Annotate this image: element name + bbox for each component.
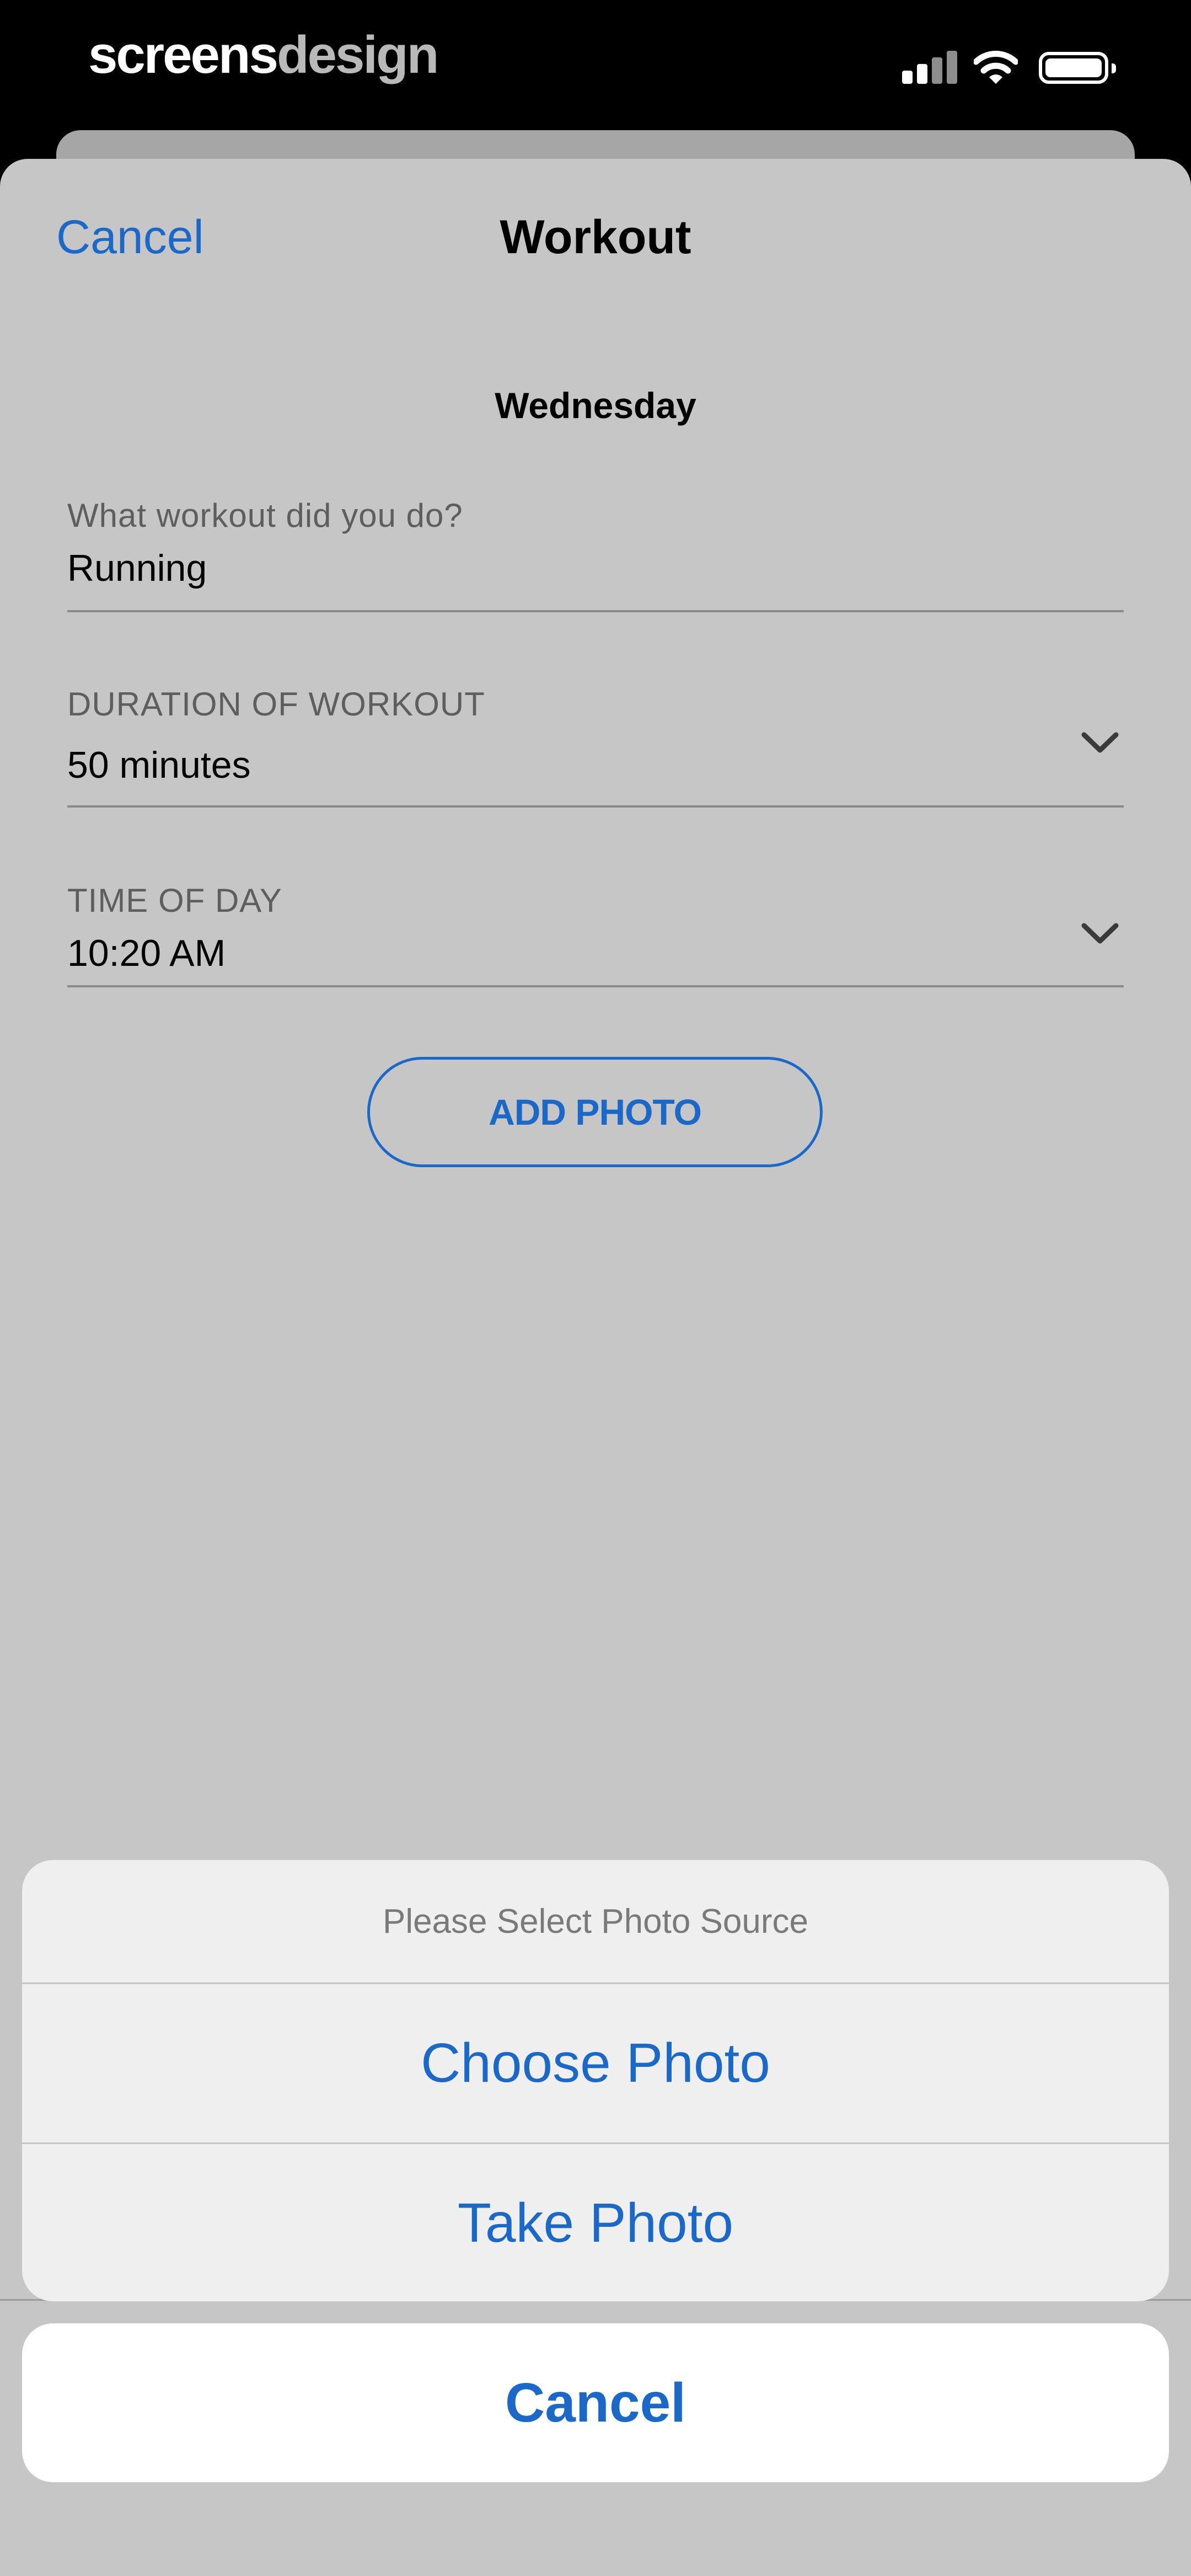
chevron-down-icon[interactable]	[1081, 730, 1119, 755]
battery-icon	[1039, 52, 1116, 84]
status-bar: screensdesign	[0, 0, 1191, 127]
brand-logo: screensdesign	[88, 22, 439, 88]
time-of-day-dropdown[interactable]: TIME OF DAY 10:20 AM	[67, 876, 1124, 987]
workout-input[interactable]: Running	[67, 543, 207, 593]
duration-field-label: DURATION OF WORKOUT	[67, 686, 485, 723]
photo-source-action-sheet: Please Select Photo Source Choose Photo …	[22, 1860, 1169, 2301]
time-of-day-value: 10:20 AM	[67, 932, 226, 974]
workout-field-label: What workout did you do?	[67, 497, 463, 534]
wifi-icon	[974, 51, 1018, 84]
duration-value: 50 minutes	[67, 744, 251, 786]
choose-photo-button[interactable]: Choose Photo	[22, 1984, 1169, 2142]
brand-logo-part1: screens	[88, 25, 278, 84]
duration-dropdown[interactable]: DURATION OF WORKOUT 50 minutes	[67, 680, 1124, 808]
chevron-down-icon[interactable]	[1081, 921, 1119, 945]
day-label: Wednesday	[495, 385, 696, 426]
cellular-signal-icon	[902, 51, 957, 84]
action-sheet-title: Please Select Photo Source	[382, 1902, 809, 1941]
brand-logo-part2: design	[276, 25, 439, 84]
take-photo-button[interactable]: Take Photo	[22, 2144, 1169, 2301]
page-title: Workout	[500, 211, 691, 264]
action-sheet-cancel-button[interactable]: Cancel	[22, 2323, 1169, 2482]
time-of-day-field-label: TIME OF DAY	[67, 882, 282, 919]
add-photo-button[interactable]: ADD PHOTO	[367, 1057, 823, 1167]
workout-field[interactable]: What workout did you do? Running	[67, 491, 1124, 612]
screen: screensdesign Cancel Workout Wednesday W…	[0, 0, 1191, 2576]
